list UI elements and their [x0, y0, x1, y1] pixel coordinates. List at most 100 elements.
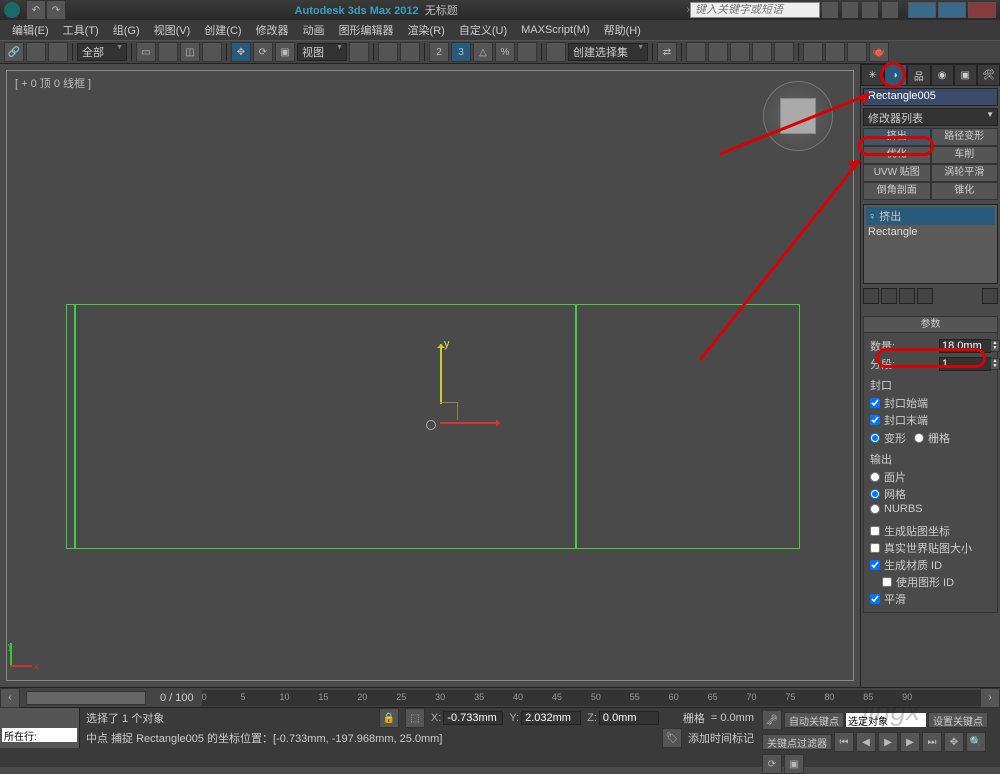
stack-item-rectangle[interactable]: Rectangle: [866, 225, 995, 239]
gizmo-x-axis[interactable]: [440, 422, 500, 424]
timeline-next-icon[interactable]: ›: [980, 688, 1000, 708]
snap-3d-icon[interactable]: 3: [451, 42, 471, 62]
coord-y-field[interactable]: 2.032mm: [521, 711, 581, 725]
play-prev-icon[interactable]: ◀: [856, 732, 876, 752]
mirror-icon[interactable]: ⇄: [657, 42, 677, 62]
select-name-icon[interactable]: [158, 42, 178, 62]
layers-icon[interactable]: [708, 42, 728, 62]
scale-icon[interactable]: ▣: [275, 42, 295, 62]
tab-create[interactable]: ✳: [861, 64, 884, 86]
maximize-button[interactable]: [938, 2, 966, 18]
tab-modify[interactable]: ◗: [884, 64, 907, 86]
teapot-icon[interactable]: 🫖: [869, 42, 889, 62]
close-button[interactable]: [968, 2, 996, 18]
select-icon[interactable]: ▭: [136, 42, 156, 62]
gen-matid-checkbox[interactable]: [870, 560, 880, 570]
menu-create[interactable]: 创建(C): [198, 20, 247, 40]
menu-customize[interactable]: 自定义(U): [453, 20, 513, 40]
menu-animation[interactable]: 动画: [297, 20, 331, 40]
cap-end-checkbox[interactable]: [870, 415, 880, 425]
modifier-pathdeform-button[interactable]: 路径变形: [931, 128, 999, 146]
angle-snap-icon[interactable]: △: [473, 42, 493, 62]
output-mesh-radio[interactable]: [870, 489, 880, 499]
menu-maxscript[interactable]: MAXScript(M): [515, 22, 595, 38]
nav-max-icon[interactable]: ▣: [784, 754, 804, 774]
modifier-list-dropdown[interactable]: 修改器列表: [863, 108, 998, 126]
rollout-header[interactable]: 参数: [864, 317, 997, 333]
stack-item-extrude[interactable]: ♀ 挤出: [866, 207, 995, 225]
segments-spinner[interactable]: 1: [939, 357, 991, 371]
keyboard-icon[interactable]: [400, 42, 420, 62]
smooth-checkbox[interactable]: [870, 594, 880, 604]
configure-sets-icon[interactable]: [982, 288, 998, 304]
pivot-icon[interactable]: [349, 42, 369, 62]
show-end-icon[interactable]: [881, 288, 897, 304]
favorite-icon[interactable]: [862, 2, 878, 18]
align-icon[interactable]: [686, 42, 706, 62]
menu-view[interactable]: 视图(V): [148, 20, 197, 40]
menu-help[interactable]: 帮助(H): [598, 20, 647, 40]
menu-modifiers[interactable]: 修改器: [250, 20, 295, 40]
gizmo-y-axis[interactable]: [440, 344, 442, 404]
move-icon[interactable]: ✥: [231, 42, 251, 62]
time-slider[interactable]: [26, 691, 146, 705]
menu-tools[interactable]: 工具(T): [57, 20, 105, 40]
viewcube[interactable]: [763, 81, 833, 151]
modifier-extrude-button[interactable]: 挤出: [863, 128, 931, 146]
modifier-turbosmooth-button[interactable]: 涡轮平滑: [931, 164, 999, 182]
spinner-snap-icon[interactable]: [517, 42, 537, 62]
gizmo-origin[interactable]: [426, 420, 436, 430]
minimize-button[interactable]: [908, 2, 936, 18]
render-frame-icon[interactable]: [825, 42, 845, 62]
selection-filter-dropdown[interactable]: 全部: [77, 43, 127, 61]
make-unique-icon[interactable]: [899, 288, 915, 304]
modifier-uvw-button[interactable]: UVW 贴图: [863, 164, 931, 182]
undo-icon[interactable]: ↶: [26, 0, 46, 20]
modifier-stack[interactable]: ♀ 挤出 Rectangle: [863, 204, 998, 284]
play-end-icon[interactable]: ⏭: [922, 732, 942, 752]
tab-hierarchy[interactable]: 品: [907, 64, 930, 86]
play-next-icon[interactable]: ▶: [900, 732, 920, 752]
gizmo-xy-plane[interactable]: [440, 402, 458, 420]
remove-mod-icon[interactable]: [917, 288, 933, 304]
lock-icon[interactable]: 🔒: [379, 708, 399, 728]
nav-zoom-icon[interactable]: 🔍: [966, 732, 986, 752]
info-icon[interactable]: [882, 2, 898, 18]
schematic-icon[interactable]: [752, 42, 772, 62]
modifier-optimize-button[interactable]: 优化: [863, 146, 931, 164]
render-prod-icon[interactable]: [847, 42, 867, 62]
modifier-lathe-button[interactable]: 车削: [931, 146, 999, 164]
add-time-tag[interactable]: 添加时间标记: [688, 730, 754, 746]
output-patch-radio[interactable]: [870, 472, 880, 482]
menu-group[interactable]: 组(G): [107, 20, 146, 40]
coord-x-field[interactable]: -0.733mm: [443, 711, 503, 725]
output-nurbs-radio[interactable]: [870, 504, 880, 514]
nav-orbit-icon[interactable]: ⟳: [762, 754, 782, 774]
viewcube-face[interactable]: [780, 98, 816, 134]
material-editor-icon[interactable]: [774, 42, 794, 62]
amount-spinner[interactable]: 18.0mm: [939, 339, 991, 353]
pin-stack-icon[interactable]: [863, 288, 879, 304]
use-shapeid-checkbox[interactable]: [882, 577, 892, 587]
tab-display[interactable]: ▣: [954, 64, 977, 86]
manipulate-icon[interactable]: [378, 42, 398, 62]
menu-render[interactable]: 渲染(R): [402, 20, 451, 40]
percent-snap-icon[interactable]: %: [495, 42, 515, 62]
tab-motion[interactable]: ◉: [931, 64, 954, 86]
modifier-taper-button[interactable]: 锥化: [931, 182, 999, 200]
viewport-label[interactable]: [ + 0 顶 0 线框 ]: [15, 75, 91, 91]
play-icon[interactable]: ▶: [878, 732, 898, 752]
realworld-checkbox[interactable]: [870, 543, 880, 553]
curve-editor-icon[interactable]: [730, 42, 750, 62]
snap-2d-icon[interactable]: 2: [429, 42, 449, 62]
search-input[interactable]: [690, 2, 820, 18]
setkey-button[interactable]: 设置关键点: [928, 712, 988, 728]
select-region-icon[interactable]: ◫: [180, 42, 200, 62]
refcoord-dropdown[interactable]: 视图: [297, 43, 347, 61]
editnamed-icon[interactable]: [546, 42, 566, 62]
help-icon[interactable]: [842, 2, 858, 18]
tag-icon[interactable]: 🏷: [662, 728, 682, 748]
cap-start-checkbox[interactable]: [870, 398, 880, 408]
keyfilter-button[interactable]: 关键点过滤器: [762, 734, 832, 750]
named-selset-dropdown[interactable]: 创建选择集: [568, 43, 648, 61]
